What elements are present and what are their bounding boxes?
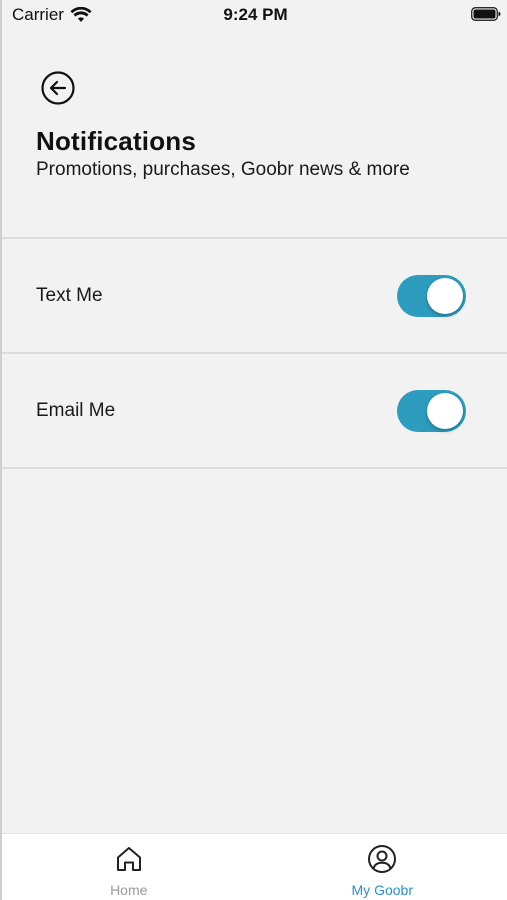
setting-label: Text Me xyxy=(36,284,103,306)
divider xyxy=(2,467,507,469)
back-button[interactable] xyxy=(40,70,76,106)
tab-label: Home xyxy=(110,882,148,898)
status-time: 9:24 PM xyxy=(223,5,288,24)
page-subtitle: Promotions, purchases, Goobr news & more xyxy=(36,159,410,180)
notifications-screen: Carrier 9:24 PM Notifications Promotions… xyxy=(0,0,507,900)
tab-label: My Goobr xyxy=(351,882,413,898)
toggle-knob xyxy=(427,277,463,314)
toggle-knob xyxy=(427,392,463,429)
email-me-toggle[interactable] xyxy=(397,389,466,432)
setting-row-email-me: Email Me xyxy=(2,354,507,467)
setting-label: Email Me xyxy=(36,399,116,421)
arrow-left-circle-icon xyxy=(41,71,75,105)
text-me-toggle[interactable] xyxy=(397,274,466,317)
page-title: Notifications xyxy=(36,126,197,156)
battery-icon xyxy=(471,7,501,21)
status-bar: Carrier 9:24 PM xyxy=(2,0,507,30)
tab-bar: Home My Goobr xyxy=(2,833,507,900)
user-circle-icon xyxy=(368,845,397,873)
tab-my-goobr[interactable]: My Goobr xyxy=(256,834,507,900)
notification-settings-list: Text Me Email Me xyxy=(2,237,507,469)
home-icon xyxy=(116,847,141,871)
setting-row-text-me: Text Me xyxy=(2,239,507,352)
tab-home[interactable]: Home xyxy=(2,834,256,900)
